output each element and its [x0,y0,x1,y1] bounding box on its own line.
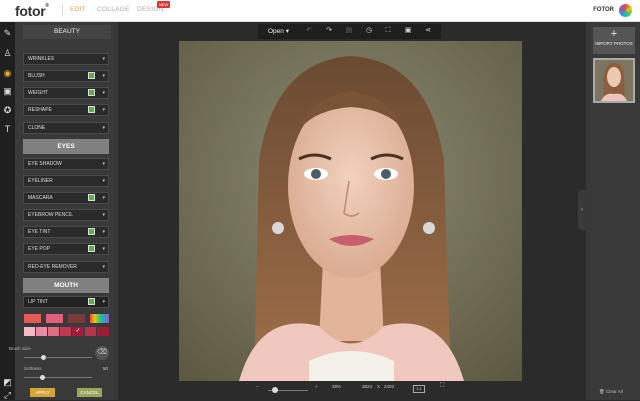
photo-thumbnail[interactable] [593,58,635,103]
compare-icon[interactable]: ▤ [344,26,354,36]
softness-value: 50 [103,366,109,371]
lip-swatch[interactable] [24,327,35,336]
fotor-account[interactable]: FOTOR [593,7,614,13]
row-eyeliner[interactable]: EYELINER ▾ [23,175,109,187]
premium-icon [88,228,95,235]
softness-track[interactable] [24,377,92,378]
save-icon[interactable]: ▣ [403,26,413,36]
import-photos-label: IMPORT PHOTOS [595,41,633,46]
softness-label: Softness [24,366,42,371]
import-photos-button[interactable]: + IMPORT PHOTOS [593,27,635,54]
premium-icon [88,106,95,113]
actual-size-button[interactable]: 1:1 [413,385,425,393]
lip-swatch[interactable] [97,327,109,336]
panel-title: BEAUTY [23,25,111,39]
row-blush[interactable]: BLUSH ▾ [23,70,109,82]
row-eye-shadow[interactable]: EYE SHADOW ▾ [23,158,109,170]
lip-swatch[interactable] [68,314,85,323]
top-bar: fotor® EDIT COLLAGE DESIGN NEW FOTOR [0,0,640,22]
premium-icon [88,194,95,201]
undo-icon[interactable]: ↶ [304,26,314,36]
lip-swatch[interactable] [85,327,96,336]
nav-collage[interactable]: COLLAGE [97,6,130,13]
eraser-icon[interactable]: ⌫ [95,346,109,360]
dimension-separator: X [377,384,381,389]
nav-edit[interactable]: EDIT [70,6,86,13]
fit-screen-icon[interactable]: ⛶ [440,383,444,390]
cancel-button[interactable]: CANCEL [77,388,102,397]
edited-photo[interactable] [179,41,522,381]
premium-icon [88,72,95,79]
lip-swatch[interactable] [60,327,71,336]
portrait-image [179,41,522,381]
zoom-knob[interactable] [272,387,278,393]
row-eyebrow-pencil[interactable]: EYEBROW PENCIL ▾ [23,209,109,221]
rainbow-swatch[interactable] [90,314,109,323]
row-eye-tint[interactable]: EYE TINT ▾ [23,226,109,238]
zoom-out-button[interactable]: − [256,384,259,389]
redo-icon[interactable]: ↷ [324,26,334,36]
row-mascara[interactable]: MASCARA ▾ [23,192,109,204]
left-tool-strip: ✎ ♙ ◉ ▣ ✪ T ◩ ⤢ [0,22,15,400]
history-icon[interactable]: ◷ [364,26,374,36]
text-icon[interactable]: T [2,124,13,135]
sticker-icon[interactable]: ✪ [2,105,13,116]
new-badge: NEW [157,1,171,8]
softness-knob[interactable] [40,375,45,380]
row-lip-tint[interactable]: LIP TINT ▾ [23,296,109,308]
section-mouth[interactable]: MOUTH [23,278,109,293]
pencil-icon[interactable]: ✎ [2,28,13,39]
zoom-in-button[interactable]: + [315,384,318,389]
clear-all-button[interactable]: 🗑 Clear All [599,389,623,395]
nav-divider [62,4,63,17]
lip-swatch[interactable] [46,314,63,323]
open-menu[interactable]: Open ▾ [268,27,289,35]
beauty-panel: BEAUTY WRINKLES ▾ BLUSH ▾ WEIGHT ▾ RESHAPE ▾… [15,22,118,400]
fullscreen-icon[interactable]: ⛶ [383,26,393,36]
image-height: 2403 [384,384,395,389]
image-width: 3824 [362,384,373,389]
brush-size-knob[interactable] [41,355,46,360]
row-red-eye-remover[interactable]: RED-EYE REMOVER ▾ [23,261,109,273]
brush-size-track[interactable] [24,357,92,358]
section-eyes[interactable]: EYES [23,139,109,154]
row-wrinkles[interactable]: WRINKLES ▾ [23,53,109,65]
color-wheel-icon[interactable] [619,4,632,17]
lip-swatch[interactable] [36,327,47,336]
stamp-icon[interactable]: ♙ [2,48,13,59]
brush-size-label: Brush Size [9,346,31,351]
row-weight[interactable]: WEIGHT ▾ [23,87,109,99]
fotor-logo[interactable]: fotor® [15,3,49,19]
crop-icon[interactable]: ◩ [2,377,13,388]
lip-swatch-selected[interactable]: ✓ [72,327,84,336]
expand-icon[interactable]: ⤢ [2,390,13,401]
top-toolbar: Open ▾ ↶ ↷ ▤ ◷ ⛶ ▣ ⋖ [258,24,441,39]
row-reshape[interactable]: RESHAPE ▾ [23,104,109,116]
lip-swatch[interactable] [48,327,59,336]
premium-icon [88,89,95,96]
row-clone[interactable]: CLONE ▾ [23,122,109,134]
collapse-panel-button[interactable]: › [578,190,586,230]
premium-icon [88,245,95,252]
thumbnail-image [595,60,633,101]
share-icon[interactable]: ⋖ [423,26,433,36]
plus-icon: + [610,28,618,40]
zoom-level: 38% [332,384,342,389]
lip-swatch[interactable] [24,314,41,323]
premium-icon [88,298,95,305]
row-eye-pop[interactable]: EYE POP ▾ [23,243,109,255]
apply-button[interactable]: APPLY [30,388,55,397]
eye-icon[interactable]: ◉ [2,68,13,79]
frame-icon[interactable]: ▣ [2,86,13,97]
